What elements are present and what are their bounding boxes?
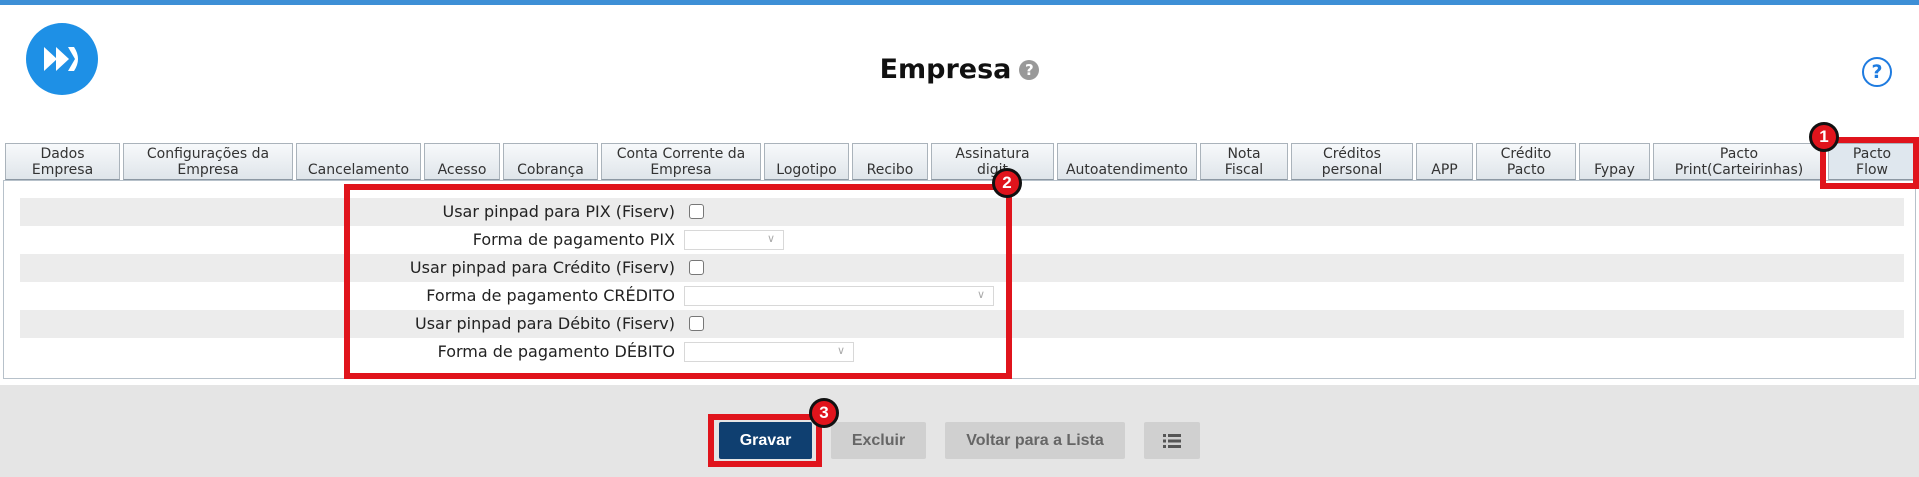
tab-label: Conta Corrente da Empresa (616, 146, 746, 178)
tab-label: Acesso (437, 162, 487, 178)
delete-button[interactable]: Excluir (831, 422, 926, 459)
top-accent-bar (0, 0, 1919, 5)
tab-label: Créditos personal (1321, 146, 1383, 178)
page-title-bar: Empresa? (0, 54, 1919, 92)
tab-dados-empresa[interactable]: Dados Empresa (5, 143, 120, 180)
tab-assinatura-digital[interactable]: Assinatura digit (931, 143, 1054, 180)
tab-label: Dados Empresa (31, 146, 94, 178)
tab-logotipo[interactable]: Logotipo (764, 143, 849, 180)
tab-acesso[interactable]: Acesso (424, 143, 500, 180)
tab-label: APP (1431, 162, 1458, 178)
tab-label: Cancelamento (307, 162, 410, 178)
tab-label: Recibo (866, 162, 914, 178)
tab-cancelamento[interactable]: Cancelamento (296, 143, 421, 180)
tab-label: Logotipo (776, 162, 837, 178)
tab-creditos-personal[interactable]: Créditos personal (1291, 143, 1413, 180)
page-title: Empresa (879, 54, 1012, 85)
tab-label: Nota Fiscal (1224, 146, 1264, 178)
annotation-badge-2: 2 (992, 168, 1022, 198)
annotation-highlight-save (708, 414, 822, 467)
tab-label: Crédito Pacto (1500, 146, 1552, 178)
tab-app[interactable]: APP (1416, 143, 1473, 180)
tab-nota-fiscal[interactable]: Nota Fiscal (1200, 143, 1288, 180)
tab-credito-pacto[interactable]: Crédito Pacto (1476, 143, 1576, 180)
tab-label: Pacto Print(Carteirinhas) (1674, 146, 1804, 178)
tab-label: Fypay (1594, 162, 1635, 178)
tab-label: Autoatendimento (1065, 162, 1188, 178)
annotation-badge-3: 3 (809, 398, 839, 428)
list-icon (1163, 433, 1181, 448)
help-icon[interactable]: ? (1862, 57, 1892, 87)
tab-cobranca[interactable]: Cobrança (503, 143, 598, 180)
tab-pacto-print[interactable]: Pacto Print(Carteirinhas) (1653, 143, 1825, 180)
tab-recibo[interactable]: Recibo (852, 143, 928, 180)
tab-conta-corrente[interactable]: Conta Corrente da Empresa (601, 143, 761, 180)
tab-fypay[interactable]: Fypay (1579, 143, 1650, 180)
annotation-highlight-form (344, 184, 1012, 379)
tab-configuracoes-empresa[interactable]: Configurações da Empresa (123, 143, 293, 180)
tab-autoatendimento[interactable]: Autoatendimento (1057, 143, 1197, 180)
annotation-badge-1: 1 (1809, 122, 1839, 152)
title-help-icon[interactable]: ? (1019, 59, 1040, 80)
tab-label: Cobrança (517, 162, 584, 178)
back-to-list-button[interactable]: Voltar para a Lista (945, 422, 1125, 459)
list-view-button[interactable] (1144, 422, 1200, 459)
tab-label: Configurações da Empresa (146, 146, 270, 178)
